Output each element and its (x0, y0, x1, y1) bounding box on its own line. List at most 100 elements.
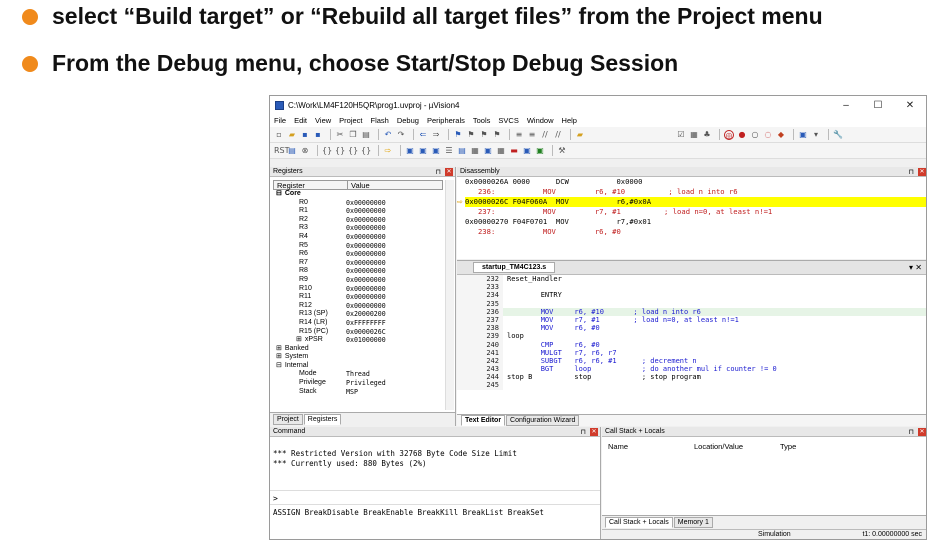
registers-window-icon[interactable]: ☰ (444, 146, 454, 156)
register-row[interactable]: R3 0x00000000 (270, 224, 455, 233)
col-value[interactable]: Value (348, 181, 442, 190)
editor-line[interactable]: 242 SUBGT r6, r6, #1 ; decrement n (457, 356, 926, 366)
reset-icon[interactable]: RST (274, 146, 290, 156)
breakpoint-all-icon[interactable]: ◆ (776, 130, 786, 140)
editor-line[interactable]: 237 MOV r7, #1 ; load n=0, at least n!=1 (457, 315, 926, 325)
tree-toggle-icon[interactable]: ⊟ (276, 362, 282, 369)
col-location-value[interactable]: Location/Value (694, 442, 780, 451)
breakpoint-kill-icon[interactable]: ◌ (763, 130, 773, 140)
registers-scrollbar[interactable] (445, 180, 454, 410)
tab-registers[interactable]: Registers (303, 414, 342, 425)
menu-view[interactable]: View (315, 116, 331, 125)
register-row[interactable]: R0 0x00000000 (270, 199, 455, 208)
cut-icon[interactable]: ✂ (335, 130, 345, 140)
disassembly-line[interactable]: 238: MOV r6, #0 (465, 227, 926, 237)
menu-window[interactable]: Window (527, 116, 554, 125)
bookmark-prev-icon[interactable]: ⚑ (466, 130, 476, 140)
line-number[interactable]: 242 (457, 356, 503, 366)
run-icon[interactable]: ▤ (287, 146, 297, 156)
tab-memory-1[interactable]: Memory 1 (673, 517, 713, 528)
run-to-cursor-icon[interactable]: {} (361, 146, 371, 156)
register-row[interactable]: R15 (PC) 0x0000026C (270, 328, 455, 337)
stop-icon[interactable]: ⊗ (300, 146, 310, 156)
register-row[interactable]: ⊞ Banked (270, 345, 455, 354)
command-input[interactable]: > (270, 491, 600, 505)
unindent-icon[interactable]: ≡ (527, 130, 537, 140)
line-number[interactable]: 245 (457, 381, 503, 390)
editor-line[interactable]: 239 loop (457, 332, 926, 341)
line-number[interactable]: 241 (457, 348, 503, 357)
register-row[interactable]: R2 0x00000000 (270, 216, 455, 225)
disassembly-line[interactable]: 0x0000026A 0000 DCW 0x0000 (465, 177, 926, 187)
register-row[interactable]: R8 0x00000000 (270, 267, 455, 276)
register-row[interactable]: R9 0x00000000 (270, 276, 455, 285)
tool-icon[interactable]: ♣ (702, 130, 712, 140)
step-over-icon[interactable]: {} (335, 146, 345, 156)
trace-window-icon[interactable]: ▣ (522, 146, 532, 156)
col-name[interactable]: Name (608, 442, 694, 451)
editor-line[interactable]: 232 Reset_Handler (457, 275, 926, 284)
register-row[interactable]: Privilege Privileged (270, 379, 455, 388)
tab-configuration-wizard[interactable]: Configuration Wizard (506, 415, 580, 426)
config-icon[interactable]: ▦ (689, 130, 699, 140)
save-icon[interactable]: ▪ (300, 130, 310, 140)
command-window-icon[interactable]: ▣ (405, 146, 415, 156)
editor-line[interactable]: 241 MULGT r7, r6, r7 (457, 348, 926, 357)
step-out-icon[interactable]: {} (348, 146, 358, 156)
line-number[interactable]: 240 (457, 340, 503, 349)
pin-icon[interactable]: ⊓ (436, 168, 441, 176)
editor-line[interactable]: 235 (457, 299, 926, 308)
maximize-button[interactable]: ☐ (862, 100, 894, 111)
register-row[interactable]: ⊞ xPSR 0x01000000 (270, 336, 455, 345)
editor-line[interactable]: 234 ENTRY (457, 291, 926, 300)
register-row[interactable]: R6 0x00000000 (270, 250, 455, 259)
tree-toggle-icon[interactable]: ⊞ (296, 336, 302, 343)
disassembly-line[interactable]: 237: MOV r7, #1 ; load n=0, at least n!=… (465, 207, 926, 217)
editor-line[interactable]: 238 MOV r6, #0 (457, 324, 926, 333)
toolbox-icon[interactable]: ⚒ (557, 146, 567, 156)
find-in-files-icon[interactable]: ▰ (575, 130, 585, 140)
pin-icon[interactable]: ⊓ (581, 428, 586, 436)
comment-icon[interactable]: // (540, 130, 550, 140)
memory-window-icon[interactable]: ▣ (483, 146, 493, 156)
copy-icon[interactable]: ❐ (348, 130, 358, 140)
close-icon[interactable]: ✕ (918, 168, 926, 176)
show-next-icon[interactable]: ⇨ (383, 146, 393, 156)
line-number[interactable]: 235 (457, 299, 503, 308)
menu-flash[interactable]: Flash (371, 116, 389, 125)
editor-line[interactable]: 243 BGT loop ; do another mul if counter… (457, 365, 926, 374)
register-row[interactable]: R10 0x00000000 (270, 285, 455, 294)
col-type[interactable]: Type (780, 442, 796, 451)
bookmark-clear-icon[interactable]: ⚑ (492, 130, 502, 140)
save-all-icon[interactable]: ▪ (313, 130, 323, 140)
editor-code[interactable]: 232 Reset_Handler 233 234 ENTRY 235 236 MOV r… (457, 275, 926, 390)
register-row[interactable]: R11 0x00000000 (270, 293, 455, 302)
col-register[interactable]: Register (274, 181, 348, 190)
line-number[interactable]: 236 (457, 307, 503, 316)
step-into-icon[interactable]: {} (322, 146, 332, 156)
checkbox-icon[interactable]: ☑ (676, 130, 686, 140)
bookmark-icon[interactable]: ⚑ (453, 130, 463, 140)
menu-tools[interactable]: Tools (473, 116, 491, 125)
disassembly-line[interactable]: 236: MOV r6, #10 ; load n into r6 (465, 187, 926, 197)
register-row[interactable]: Mode Thread (270, 370, 455, 379)
open-folder-icon[interactable]: ▰ (287, 130, 297, 140)
line-number[interactable]: 238 (457, 324, 503, 333)
tab-project[interactable]: Project (273, 414, 303, 425)
tab-text-editor[interactable]: Text Editor (461, 415, 506, 426)
menu-file[interactable]: File (274, 116, 286, 125)
menu-peripherals[interactable]: Peripherals (427, 116, 465, 125)
uncomment-icon[interactable]: // (553, 130, 563, 140)
tree-toggle-icon[interactable]: ⊟ (276, 190, 282, 197)
tab-call-stack-locals[interactable]: Call Stack + Locals (605, 517, 673, 528)
editor-line[interactable]: 244 stop B stop ; stop program (457, 373, 926, 382)
nav-back-icon[interactable]: ⇐ (418, 130, 428, 140)
disassembly-window-icon[interactable]: ▣ (418, 146, 428, 156)
menu-debug[interactable]: Debug (397, 116, 419, 125)
line-number[interactable]: 243 (457, 365, 503, 374)
tree-toggle-icon[interactable]: ⊞ (276, 345, 282, 352)
close-icon[interactable]: ✕ (590, 428, 598, 436)
nav-forward-icon[interactable]: ⇒ (431, 130, 441, 140)
indent-icon[interactable]: ≡ (514, 130, 524, 140)
menu-edit[interactable]: Edit (294, 116, 307, 125)
